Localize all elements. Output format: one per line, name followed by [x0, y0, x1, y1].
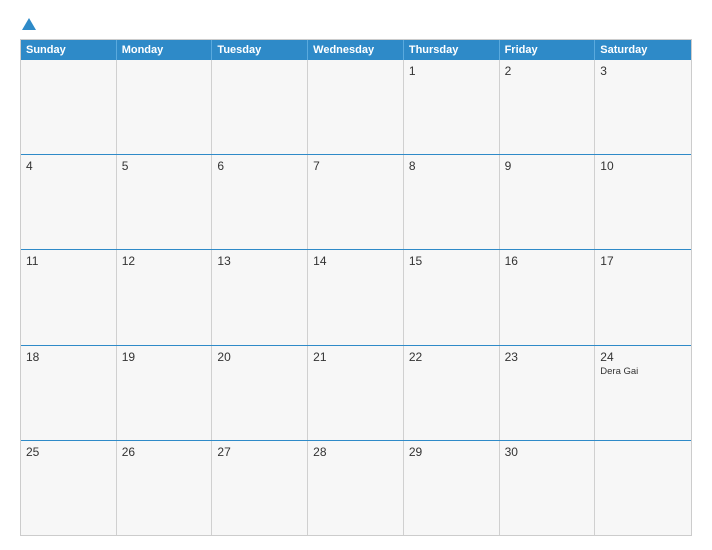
- logo-triangle-icon: [22, 18, 36, 30]
- day-cell: 14: [308, 250, 404, 344]
- day-number: 24: [600, 350, 686, 364]
- day-number: 1: [409, 64, 494, 78]
- week-row-3: 18 19 20 21 22 23 24 Dera Gai: [21, 345, 691, 440]
- day-cell: 2: [500, 60, 596, 154]
- day-cell: 15: [404, 250, 500, 344]
- day-number: 30: [505, 445, 590, 459]
- day-cell: [117, 60, 213, 154]
- day-number: 22: [409, 350, 494, 364]
- day-cell: 3: [595, 60, 691, 154]
- day-cell: 7: [308, 155, 404, 249]
- day-number: 5: [122, 159, 207, 173]
- day-number: 13: [217, 254, 302, 268]
- day-cell: 23: [500, 346, 596, 440]
- day-number: 21: [313, 350, 398, 364]
- day-cell: 27: [212, 441, 308, 535]
- day-number: 29: [409, 445, 494, 459]
- day-number: 8: [409, 159, 494, 173]
- day-cell: 28: [308, 441, 404, 535]
- day-header-friday: Friday: [500, 40, 596, 60]
- day-cell: 10: [595, 155, 691, 249]
- day-cell: 4: [21, 155, 117, 249]
- day-number: 18: [26, 350, 111, 364]
- day-cell: 20: [212, 346, 308, 440]
- calendar-page: SundayMondayTuesdayWednesdayThursdayFrid…: [0, 0, 712, 550]
- day-cell: 26: [117, 441, 213, 535]
- day-header-monday: Monday: [117, 40, 213, 60]
- header: [20, 18, 692, 31]
- day-number: 19: [122, 350, 207, 364]
- day-cell: 25: [21, 441, 117, 535]
- day-cell: 9: [500, 155, 596, 249]
- day-number: 2: [505, 64, 590, 78]
- day-number: 14: [313, 254, 398, 268]
- day-number: 9: [505, 159, 590, 173]
- week-row-0: 123: [21, 60, 691, 154]
- day-cell: 17: [595, 250, 691, 344]
- day-cell: 1: [404, 60, 500, 154]
- day-cell: [595, 441, 691, 535]
- day-number: 20: [217, 350, 302, 364]
- day-cell: 11: [21, 250, 117, 344]
- day-number: 6: [217, 159, 302, 173]
- day-number: 28: [313, 445, 398, 459]
- day-number: 23: [505, 350, 590, 364]
- day-cell: 29: [404, 441, 500, 535]
- day-number: 3: [600, 64, 686, 78]
- day-cell: 30: [500, 441, 596, 535]
- day-header-sunday: Sunday: [21, 40, 117, 60]
- day-number: 11: [26, 254, 111, 268]
- logo: [20, 18, 36, 31]
- day-cell: 22: [404, 346, 500, 440]
- day-header-thursday: Thursday: [404, 40, 500, 60]
- day-cell: 6: [212, 155, 308, 249]
- week-row-4: 25 26 27 28 29 30: [21, 440, 691, 535]
- day-header-tuesday: Tuesday: [212, 40, 308, 60]
- day-number: 12: [122, 254, 207, 268]
- calendar-grid: SundayMondayTuesdayWednesdayThursdayFrid…: [20, 39, 692, 536]
- event-label: Dera Gai: [600, 366, 686, 377]
- day-number: 17: [600, 254, 686, 268]
- day-header-wednesday: Wednesday: [308, 40, 404, 60]
- logo-blue-text: [20, 18, 36, 31]
- day-cell: [308, 60, 404, 154]
- week-row-1: 456789 10: [21, 154, 691, 249]
- week-row-2: 11 12 13 14 15 16 17: [21, 249, 691, 344]
- day-cell: 8: [404, 155, 500, 249]
- day-number: 10: [600, 159, 686, 173]
- day-number: 16: [505, 254, 590, 268]
- day-number: 7: [313, 159, 398, 173]
- day-number: 25: [26, 445, 111, 459]
- day-cell: [21, 60, 117, 154]
- day-cell: 12: [117, 250, 213, 344]
- day-headers-row: SundayMondayTuesdayWednesdayThursdayFrid…: [21, 40, 691, 60]
- weeks-container: 123456789101112131415161718192021222324D…: [21, 60, 691, 535]
- day-cell: 16: [500, 250, 596, 344]
- day-cell: 5: [117, 155, 213, 249]
- day-number: 15: [409, 254, 494, 268]
- day-number: 27: [217, 445, 302, 459]
- day-number: 26: [122, 445, 207, 459]
- day-header-saturday: Saturday: [595, 40, 691, 60]
- day-cell: 19: [117, 346, 213, 440]
- day-cell: 18: [21, 346, 117, 440]
- day-cell: [212, 60, 308, 154]
- day-number: 4: [26, 159, 111, 173]
- day-cell: 21: [308, 346, 404, 440]
- day-cell: 24 Dera Gai: [595, 346, 691, 440]
- day-cell: 13: [212, 250, 308, 344]
